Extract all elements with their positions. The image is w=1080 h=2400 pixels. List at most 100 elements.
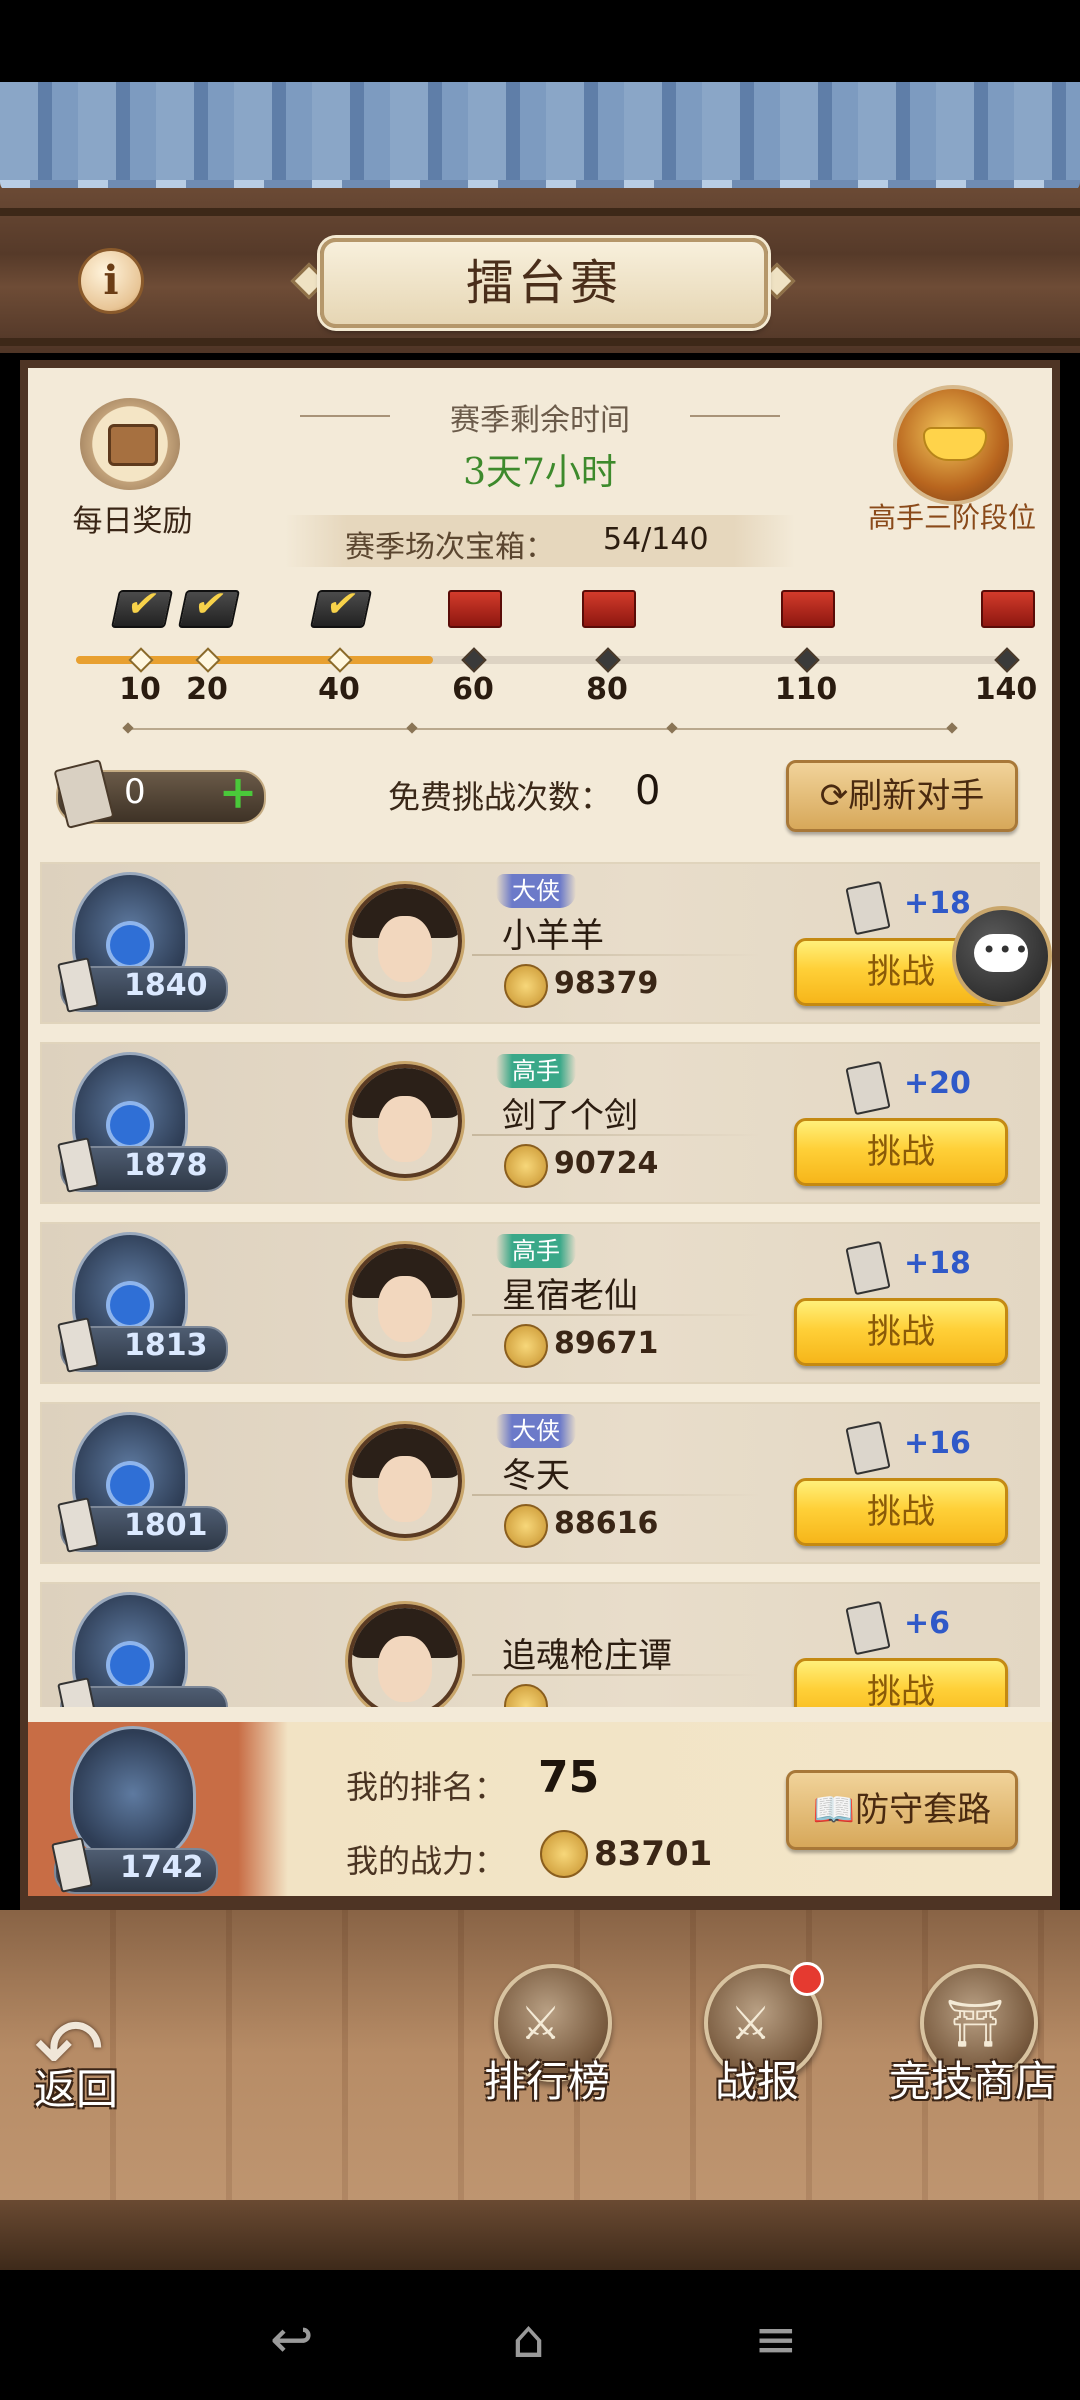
book-icon: 📖 — [812, 1790, 856, 1830]
floor-edge — [0, 2200, 1080, 2270]
opponent-row[interactable]: 追魂枪庄谭 +6 挑战 — [40, 1582, 1040, 1707]
season-chest-label: 赛季场次宝箱： — [345, 530, 555, 565]
power-icon — [540, 1830, 588, 1878]
score-gain: +20 — [904, 1066, 971, 1101]
season-time-value: 3天7小时 — [463, 452, 617, 493]
divider — [472, 1134, 762, 1136]
system-back-icon[interactable]: ↩ — [270, 2310, 314, 2370]
free-challenge-count: 0 — [635, 768, 661, 814]
power-icon — [504, 1504, 548, 1548]
ticket-count: 0 — [124, 772, 146, 812]
battle-report-label: 战报 — [714, 2057, 799, 2106]
milestone-label: 60 — [452, 672, 494, 707]
my-rank-label: 我的排名： — [346, 1768, 507, 1806]
milestone-label: 110 — [774, 672, 838, 707]
opponent-name: 星宿老仙 — [502, 1276, 638, 1316]
challenge-button[interactable]: 挑战 — [794, 1478, 1008, 1546]
score-gain: +18 — [904, 886, 971, 921]
leaderboard-button[interactable]: ⚔ 排行榜 — [462, 1964, 632, 2114]
divider — [472, 1494, 762, 1496]
challenge-button[interactable]: 挑战 — [794, 1118, 1008, 1186]
rank-tag: 大侠 — [496, 1414, 576, 1448]
my-power-label: 我的战力： — [346, 1842, 507, 1880]
avatar[interactable] — [348, 1244, 462, 1358]
milestone-claimed-icon[interactable] — [110, 590, 174, 628]
challenge-button[interactable]: 挑战 — [794, 1298, 1008, 1366]
milestone-label: 40 — [318, 672, 360, 707]
opponent-score: 1840 — [124, 968, 208, 1003]
opponent-score: 1801 — [124, 1508, 208, 1543]
power-icon — [504, 964, 548, 1008]
my-score: 1742 — [120, 1850, 204, 1885]
system-home-icon[interactable]: ⌂ — [512, 2310, 545, 2370]
avatar[interactable] — [348, 884, 462, 998]
rank-tag: 高手 — [496, 1054, 576, 1088]
milestone-chest-icon[interactable] — [582, 590, 636, 628]
my-power-value: 83701 — [594, 1834, 713, 1874]
daily-reward-label[interactable]: 每日奖励 — [60, 496, 205, 540]
avatar[interactable] — [348, 1604, 462, 1707]
power-icon — [504, 1684, 548, 1707]
ticket-icon — [845, 1600, 891, 1656]
season-time-label: 赛季剩余时间 — [450, 403, 630, 438]
ticket-icon — [845, 1420, 891, 1476]
my-rank-badge-icon — [70, 1726, 196, 1862]
season-chest-value: 54/140 — [603, 522, 709, 557]
score-gain: +6 — [904, 1606, 951, 1641]
chat-icon[interactable] — [952, 906, 1052, 1006]
arena-shop-label: 竞技商店 — [888, 2057, 1057, 2106]
notification-badge — [790, 1962, 824, 1996]
page-title: 擂台赛 — [320, 238, 768, 328]
power-icon — [504, 1144, 548, 1188]
refresh-label: 刷新对手 — [848, 776, 985, 816]
refresh-icon: ⟳ — [819, 776, 849, 816]
opponent-score: 1813 — [124, 1328, 208, 1363]
milestone-chest-icon[interactable] — [448, 590, 502, 628]
power-icon — [504, 1324, 548, 1368]
milestone-chest-icon[interactable] — [781, 590, 835, 628]
opponent-power: 90724 — [554, 1146, 659, 1181]
opponent-row[interactable]: 1878 高手 剑了个剑 90724 +20 挑战 — [40, 1042, 1040, 1204]
tier-label[interactable]: 高手三阶段位 — [852, 496, 1052, 536]
opponent-row[interactable]: 1813 高手 星宿老仙 89671 +18 挑战 — [40, 1222, 1040, 1384]
arena-shop-button[interactable]: ⛩ 竞技商店 — [888, 1964, 1058, 2114]
daily-reward-chest-icon[interactable] — [80, 398, 180, 490]
milestone-chest-icon[interactable] — [981, 590, 1035, 628]
divider — [472, 1674, 762, 1676]
defense-label: 防守套路 — [855, 1790, 992, 1830]
back-button[interactable]: 返回 — [34, 2056, 118, 2117]
leaderboard-label: 排行榜 — [483, 2057, 610, 2106]
opponent-name: 剑了个剑 — [502, 1096, 638, 1136]
avatar[interactable] — [348, 1424, 462, 1538]
divider — [472, 1314, 762, 1316]
opponent-power: 88616 — [554, 1506, 659, 1541]
milestone-claimed-icon[interactable] — [177, 590, 241, 628]
milestone-label: 20 — [186, 672, 228, 707]
avatar[interactable] — [348, 1064, 462, 1178]
ticket-icon — [845, 1240, 891, 1296]
divider — [472, 954, 762, 956]
defense-routine-button[interactable]: 📖防守套路 — [786, 1770, 1018, 1850]
milestone-label: 80 — [586, 672, 628, 707]
refresh-opponents-button[interactable]: ⟳刷新对手 — [786, 760, 1018, 832]
opponent-row[interactable]: 1801 大侠 冬天 88616 +16 挑战 — [40, 1402, 1040, 1564]
opponent-name: 小羊羊 — [502, 916, 604, 956]
score-gain: +16 — [904, 1426, 971, 1461]
rank-tag: 高手 — [496, 1234, 576, 1268]
ticket-icon — [845, 880, 891, 936]
opponent-power: 98379 — [554, 966, 659, 1001]
opponent-row[interactable]: 1840 大侠 小羊羊 98379 +18 挑战 — [40, 862, 1040, 1024]
opponent-name: 追魂枪庄谭 — [502, 1636, 672, 1676]
add-ticket-button[interactable]: + — [218, 769, 258, 815]
tier-ingot-icon[interactable] — [893, 385, 1013, 505]
challenge-button[interactable]: 挑战 — [794, 1658, 1008, 1707]
opponent-power: 89671 — [554, 1326, 659, 1361]
my-rank-value: 75 — [538, 1752, 600, 1803]
milestone-claimed-icon[interactable] — [309, 590, 373, 628]
opponent-list[interactable]: 1840 大侠 小羊羊 98379 +18 挑战 1878 高手 剑了个剑 90… — [40, 862, 1040, 1707]
system-menu-icon[interactable]: ≡ — [754, 2310, 798, 2370]
free-challenge-label: 免费挑战次数： — [388, 778, 613, 816]
info-icon[interactable]: i — [78, 248, 144, 314]
roof-decoration — [0, 82, 1080, 192]
milestone-label: 140 — [974, 672, 1038, 707]
